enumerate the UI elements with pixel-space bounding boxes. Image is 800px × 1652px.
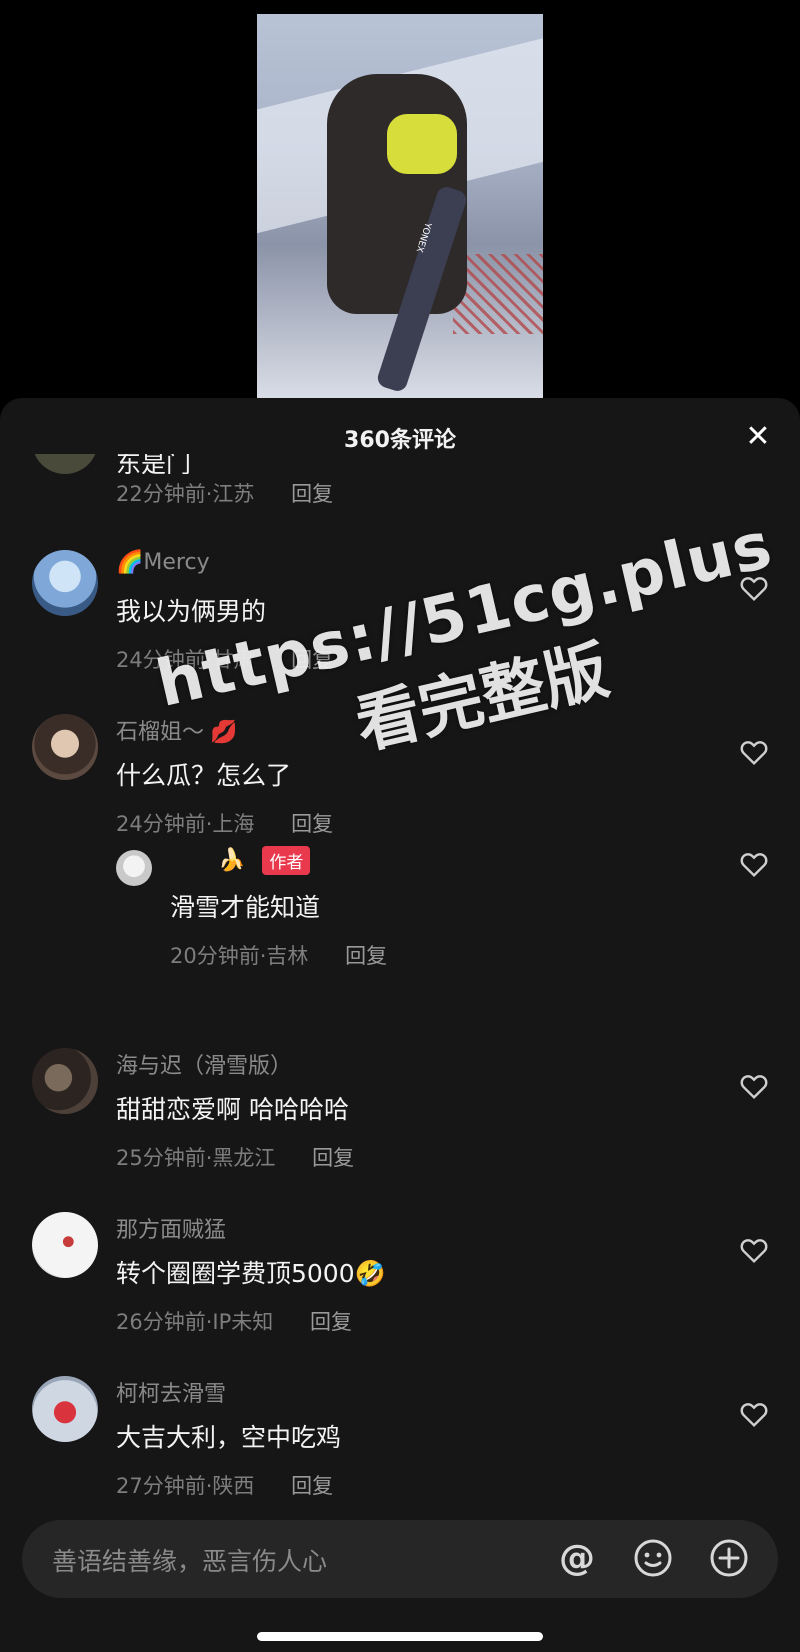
comment-time: 24分钟前 (116, 812, 206, 836)
reply-button[interactable]: 回复 (291, 482, 333, 506)
comment-author: 那方面贼猛 (116, 1218, 227, 1243)
comment-sheet: 360条评论 ✕ 东是门 22分钟前·江苏 回复 🌈Mercy 我以为俩男的 2… (0, 398, 800, 1652)
comment-item: 柯柯去滑雪 大吉大利，空中吃鸡 27分钟前·陕西 回复 (0, 1376, 800, 1498)
comment-input-bar[interactable]: 善语结善缘，恶言伤人心 @ (22, 1520, 778, 1598)
comment-count-title: 360条评论 (344, 428, 456, 453)
reply-button[interactable]: 回复 (291, 1474, 333, 1498)
heart-icon[interactable] (738, 1234, 770, 1266)
heart-icon[interactable] (738, 1398, 770, 1430)
avatar[interactable] (32, 1376, 98, 1442)
comment-meta: 25分钟前·黑龙江 回复 (116, 1146, 355, 1170)
heart-icon[interactable] (738, 572, 770, 604)
avatar[interactable] (32, 1048, 98, 1114)
comment-location: 上海 (212, 812, 255, 836)
comment-input[interactable]: 善语结善缘，恶言伤人心 (52, 1542, 327, 1578)
mention-icon[interactable]: @ (554, 1535, 600, 1581)
home-indicator[interactable] (257, 1632, 543, 1641)
comment-author: 🌈Mercy (116, 550, 210, 575)
comment-meta: 26分钟前·IP未知 回复 (116, 1310, 352, 1334)
comment-text: 我以为俩男的 (116, 597, 267, 626)
comment-text: 甜甜恋爱啊 哈哈哈哈 (116, 1095, 349, 1124)
author-badge: 作者 (262, 846, 311, 875)
comment-meta: 24分钟前·甘肃 回复 (116, 648, 334, 672)
comment-location: IP未知 (212, 1310, 274, 1334)
reply-button[interactable]: 回复 (312, 1146, 354, 1170)
comment-item: 海与迟（滑雪版） 甜甜恋爱啊 哈哈哈哈 25分钟前·黑龙江 回复 (0, 1048, 800, 1170)
comment-author: 🍌 作者 (166, 846, 311, 875)
heart-icon[interactable] (738, 1070, 770, 1102)
close-icon: ✕ (745, 418, 771, 454)
reply-button[interactable]: 回复 (291, 812, 333, 836)
comment-time: 24分钟前 (116, 648, 206, 672)
close-button[interactable]: ✕ (738, 416, 778, 456)
reply-button[interactable]: 回复 (345, 944, 387, 968)
comment-meta: 20分钟前·吉林 回复 (170, 944, 388, 968)
avatar[interactable] (116, 850, 152, 886)
comment-time: 25分钟前 (116, 1146, 206, 1170)
comment-location: 江苏 (212, 482, 255, 506)
heart-icon[interactable] (738, 848, 770, 880)
avatar[interactable] (32, 714, 98, 780)
avatar[interactable] (32, 454, 98, 474)
comment-location: 甘肃 (212, 648, 255, 672)
avatar[interactable] (32, 550, 98, 616)
lips-icon: 💋 (210, 720, 238, 745)
banana-icon: 🍌 (218, 847, 246, 873)
comment-text: 什么瓜？怎么了 (116, 761, 292, 790)
add-icon[interactable] (706, 1535, 752, 1581)
plus-glyph (710, 1539, 748, 1577)
comment-meta: 24分钟前·上海 回复 (116, 812, 334, 836)
heart-icon[interactable] (738, 736, 770, 768)
comment-text: 大吉大利，空中吃鸡 (116, 1423, 342, 1452)
video-preview[interactable]: YONEX (257, 14, 543, 398)
comment-item: 石榴姐～ 💋 什么瓜？怎么了 24分钟前·上海 回复 (0, 714, 800, 836)
comment-item: 🌈Mercy 我以为俩男的 24分钟前·甘肃 回复 (0, 550, 800, 672)
comment-item: 那方面贼猛 转个圈圈学费顶5000🤣 26分钟前·IP未知 回复 (0, 1212, 800, 1334)
emoji-icon[interactable] (630, 1535, 676, 1581)
comment-author: 柯柯去滑雪 (116, 1382, 227, 1407)
comment-meta: 22分钟前·江苏 回复 (116, 482, 334, 506)
reply-item: 🍌 作者 滑雪才能知道 20分钟前·吉林 回复 (0, 846, 800, 968)
comment-location: 陕西 (212, 1474, 255, 1498)
comment-time: 22分钟前 (116, 482, 206, 506)
comment-location: 吉林 (266, 944, 309, 968)
comment-text: 滑雪才能知道 (170, 893, 321, 922)
avatar[interactable] (32, 1212, 98, 1278)
comment-author: 海与迟（滑雪版） (116, 1054, 293, 1079)
yellow-jacket (387, 114, 457, 174)
comment-time: 20分钟前 (170, 944, 260, 968)
comment-meta: 27分钟前·陕西 回复 (116, 1474, 334, 1498)
comment-author: 石榴姐～ 💋 (116, 720, 238, 745)
comment-text: 转个圈圈学费顶5000🤣 (116, 1259, 386, 1288)
rainbow-icon: 🌈 (116, 550, 144, 575)
comment-location: 黑龙江 (212, 1146, 276, 1170)
smiley-glyph (634, 1539, 672, 1577)
reply-button[interactable]: 回复 (310, 1310, 352, 1334)
comment-text: 东是门 (116, 454, 192, 474)
comment-time: 27分钟前 (116, 1474, 206, 1498)
comment-time: 26分钟前 (116, 1310, 206, 1334)
reply-button[interactable]: 回复 (291, 648, 333, 672)
comment-item: 东是门 22分钟前·江苏 回复 (0, 454, 800, 524)
